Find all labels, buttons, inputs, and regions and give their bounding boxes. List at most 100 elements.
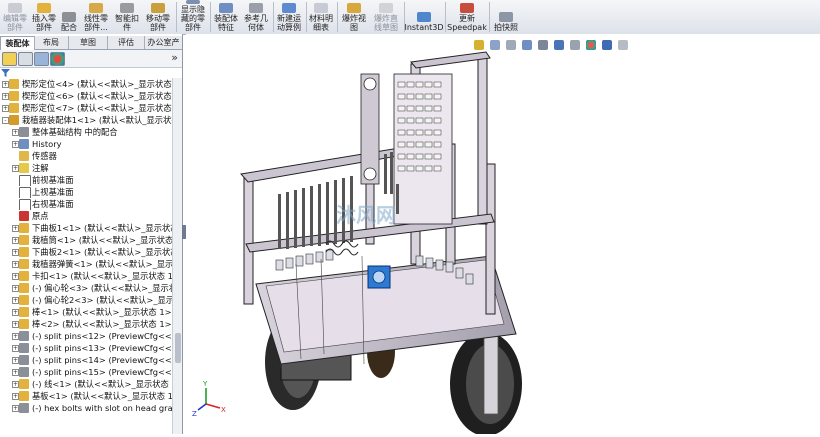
tree-item[interactable]: + (-) split pins<15> (PreviewCfg<<P [0, 366, 172, 378]
expand-toggle-icon[interactable]: + [2, 93, 9, 100]
expand-toggle-icon[interactable]: + [12, 249, 19, 256]
expand-toggle-icon[interactable]: + [12, 321, 19, 328]
expand-toggle-icon[interactable]: + [12, 333, 19, 340]
edit-component-button[interactable]: 编辑零 部件 [0, 0, 30, 34]
tree-item[interactable]: + 楔形定位<7> (默认<<默认>_显示状态 1 [0, 102, 172, 114]
tree-item[interactable]: + 栽植器弹簧<1> (默认<<默认>_显示状 [0, 258, 172, 270]
bill-of-materials-button[interactable]: 材料明 细表 [307, 0, 335, 34]
tree-item[interactable]: + 棒<1> (默认<<默认>_显示状态 1>) [0, 306, 172, 318]
part-icon [19, 307, 29, 317]
expand-toggle-icon[interactable]: + [12, 405, 19, 412]
heads-up-view-toolbar [474, 38, 628, 52]
linear-pattern-button[interactable]: 线性零 部件... [80, 0, 112, 34]
tab-layout[interactable]: 布局 [34, 36, 69, 49]
tab-office-products[interactable]: 办公室产品 [145, 36, 182, 60]
view-settings-icon[interactable] [618, 40, 628, 50]
section-view-icon[interactable] [522, 40, 532, 50]
expand-toggle-icon[interactable]: + [12, 285, 19, 292]
tree-item[interactable]: 上视基准面 [0, 186, 172, 198]
view-orientation-icon[interactable] [538, 40, 548, 50]
tree-item[interactable]: 前视基准面 [0, 174, 172, 186]
mate-button[interactable]: 配合 [58, 0, 80, 34]
edit-component-icon [8, 3, 22, 13]
previous-view-icon[interactable] [506, 40, 516, 50]
exploded-view-button[interactable]: 爆炸视 图 [339, 0, 369, 34]
zoom-to-fit-icon[interactable] [474, 40, 484, 50]
speedpak-icon [460, 3, 474, 13]
tree-item[interactable]: + (-) split pins<12> (PreviewCfg<<P [0, 330, 172, 342]
tree-item[interactable]: + 下曲板1<1> (默认<<默认>_显示状态 [0, 222, 172, 234]
expand-toggle-icon[interactable]: + [2, 81, 9, 88]
expand-toggle-icon[interactable]: + [12, 273, 19, 280]
expand-toggle-icon[interactable]: + [2, 105, 9, 112]
tree-item[interactable]: + 棒<2> (默认<<默认>_显示状态 1>) [0, 318, 172, 330]
tree-item[interactable]: + (-) 偏心轮2<3> (默认<<默认>_显示 [0, 294, 172, 306]
tree-item[interactable]: + 楔形定位<6> (默认<<默认>_显示状态 1 [0, 90, 172, 102]
display-style-icon[interactable] [554, 40, 564, 50]
expand-toggle-icon[interactable]: + [12, 309, 19, 316]
expand-toggle-icon[interactable]: + [12, 129, 19, 136]
expand-toggle-icon[interactable]: + [12, 165, 19, 172]
apply-scene-icon[interactable] [602, 40, 612, 50]
tree-item[interactable]: - 栽植器装配体1<1> (默认<默认_显示状态 [0, 114, 172, 126]
expand-toggle-icon[interactable]: - [2, 117, 9, 124]
pin-icon [19, 355, 29, 365]
scrollbar-thumb[interactable] [175, 333, 181, 363]
tree-item[interactable]: + 整体基础结构 中的配合 [0, 126, 172, 138]
take-snapshot-button[interactable]: 拍快照 [490, 0, 522, 34]
tree-item[interactable]: 原点 [0, 210, 172, 222]
instant3d-button[interactable]: Instant3D [404, 0, 444, 34]
tree-item[interactable]: + (-) split pins<13> (PreviewCfg<<Pr [0, 342, 172, 354]
tree-item[interactable]: + (-) split pins<14> (PreviewCfg<<P [0, 354, 172, 366]
tab-evaluate[interactable]: 评估 [108, 36, 145, 49]
tree-item[interactable]: + 楔形定位<4> (默认<<默认>_显示状态 1 [0, 78, 172, 90]
panel-expand-button[interactable]: » [171, 51, 178, 64]
expand-toggle-icon[interactable]: + [12, 357, 19, 364]
tree-item-label: (-) 线<1> (默认<<默认>_显示状态 1 [32, 379, 172, 389]
tree-item[interactable]: + (-) hex bolts with slot on head gra [0, 402, 172, 414]
part-icon [19, 235, 29, 245]
tree-item[interactable]: + History [0, 138, 172, 150]
command-manager-ribbon: 编辑零 部件 插入零 部件 配合 线性零 部件... 智能扣 件 移动零 部件 … [0, 0, 820, 35]
tab-sketch[interactable]: 草图 [69, 36, 108, 49]
expand-toggle-icon[interactable]: + [12, 297, 19, 304]
tree-item[interactable]: 传感器 [0, 150, 172, 162]
edit-appearance-icon[interactable] [586, 40, 596, 50]
feature-manager-icon[interactable] [2, 52, 17, 66]
show-hidden-components-button[interactable]: 显示隐 藏的零 部件 [178, 0, 208, 34]
tree-item[interactable]: + (-) 线<1> (默认<<默认>_显示状态 1 [0, 378, 172, 390]
tree-item[interactable]: + 卡扣<1> (默认<<默认>_显示状态 1>) [0, 270, 172, 282]
assembly-features-button[interactable]: 装配体 特征 [212, 0, 240, 34]
tree-item[interactable]: + 注解 [0, 162, 172, 174]
property-manager-icon[interactable] [18, 52, 33, 66]
explode-line-sketch-button[interactable]: 爆炸直 线草图 [369, 0, 403, 34]
hide-show-items-icon[interactable] [570, 40, 580, 50]
expand-toggle-icon[interactable]: + [12, 393, 19, 400]
expand-toggle-icon[interactable]: + [12, 141, 19, 148]
feature-tree-scrollbar[interactable] [172, 78, 182, 434]
display-manager-icon[interactable] [50, 52, 65, 66]
filter-icon[interactable] [1, 69, 11, 78]
tree-item[interactable]: + 下曲板2<1> (默认<<默认>_显示状态 [0, 246, 172, 258]
tree-item-label: History [32, 139, 62, 149]
tree-item[interactable]: + (-) 偏心轮<3> (默认<<默认>_显示状 [0, 282, 172, 294]
expand-toggle-icon[interactable]: + [12, 225, 19, 232]
expand-toggle-icon[interactable]: + [12, 345, 19, 352]
configuration-manager-icon[interactable] [34, 52, 49, 66]
tree-item[interactable]: + 栽植筒<1> (默认<<默认>_显示状态 1 [0, 234, 172, 246]
tree-item[interactable]: 右视基准面 [0, 198, 172, 210]
zoom-area-icon[interactable] [490, 40, 500, 50]
reference-geometry-button[interactable]: 参考几 何体 [241, 0, 271, 34]
move-component-button[interactable]: 移动零 部件 [142, 0, 174, 34]
smart-fasteners-button[interactable]: 智能扣 件 [112, 0, 142, 34]
new-motion-study-button[interactable]: 新建运 动算例 [274, 0, 304, 34]
graphics-viewport[interactable]: 沐风网 Y X Z [186, 34, 820, 436]
tab-assembly[interactable]: 装配体 [0, 36, 35, 50]
expand-toggle-icon[interactable]: + [12, 381, 19, 388]
expand-toggle-icon[interactable]: + [12, 261, 19, 268]
update-speedpak-button[interactable]: 更新 Speedpak [446, 0, 488, 34]
expand-toggle-icon[interactable]: + [12, 369, 19, 376]
tree-item[interactable]: + 基板<1> (默认<<默认>_显示状态 1> [0, 390, 172, 402]
expand-toggle-icon[interactable]: + [12, 237, 19, 244]
insert-component-button[interactable]: 插入零 部件 [30, 0, 58, 34]
